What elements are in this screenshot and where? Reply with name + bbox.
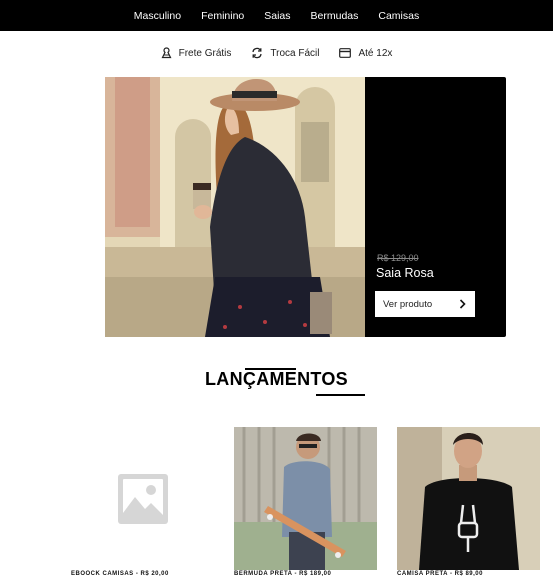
perk-label: Frete Grátis [178, 47, 232, 59]
product-image[interactable] [71, 427, 214, 570]
nav-item-camisas[interactable]: Camisas [378, 10, 419, 22]
package-icon [161, 47, 172, 59]
man-black-shirt-photo [397, 427, 540, 570]
product-image[interactable] [234, 427, 377, 570]
man-skateboard-photo [234, 427, 377, 570]
view-product-label: Ver produto [383, 298, 433, 310]
perk-parcelamento: Até 12x [339, 48, 392, 59]
nav-item-saias[interactable]: Saias [264, 10, 290, 22]
product-card[interactable]: CAMISA PRETA - R$ 89,00 [397, 427, 540, 577]
main-navigation: Masculino Feminino Saias Bermudas Camisa… [0, 0, 553, 31]
product-caption[interactable]: CAMISA PRETA - R$ 89,00 [397, 571, 483, 577]
perks-bar: Frete Grátis Troca Fácil Até 12x [0, 44, 553, 62]
nav-item-feminino[interactable]: Feminino [201, 10, 244, 22]
product-caption[interactable]: BERMUDA PRETA - R$ 189,00 [234, 571, 331, 577]
hero-product-panel: R$ 129,00 Saia Rosa Ver produto [365, 77, 506, 337]
perk-troca-facil: Troca Fácil [251, 47, 319, 59]
hero-product-name: Saia Rosa [376, 266, 434, 280]
chevron-right-icon [459, 299, 466, 309]
product-card[interactable]: BERMUDA PRETA - R$ 189,00 [234, 427, 377, 577]
hero-banner: R$ 129,00 Saia Rosa Ver produto [105, 77, 506, 337]
title-decor-line-bottom [316, 394, 365, 396]
perk-frete-gratis: Frete Grátis [161, 47, 232, 59]
placeholder-image-icon [117, 473, 168, 524]
nav-item-masculino[interactable]: Masculino [134, 10, 181, 22]
product-image[interactable] [397, 427, 540, 570]
view-product-button[interactable]: Ver produto [375, 291, 475, 317]
product-caption[interactable]: EBOOCK CAMISAS - R$ 20,00 [71, 571, 169, 577]
credit-card-icon [339, 48, 352, 58]
section-title: LANÇAMENTOS [205, 369, 348, 389]
hero-product-price: R$ 129,00 [377, 253, 419, 263]
hero-photo-woman-hat[interactable] [105, 77, 365, 337]
perk-label: Troca Fácil [270, 47, 320, 59]
nav-item-bermudas[interactable]: Bermudas [311, 10, 359, 22]
perk-label: Até 12x [358, 47, 393, 59]
product-card[interactable]: EBOOCK CAMISAS - R$ 20,00 [71, 427, 214, 577]
exchange-icon [252, 47, 263, 59]
